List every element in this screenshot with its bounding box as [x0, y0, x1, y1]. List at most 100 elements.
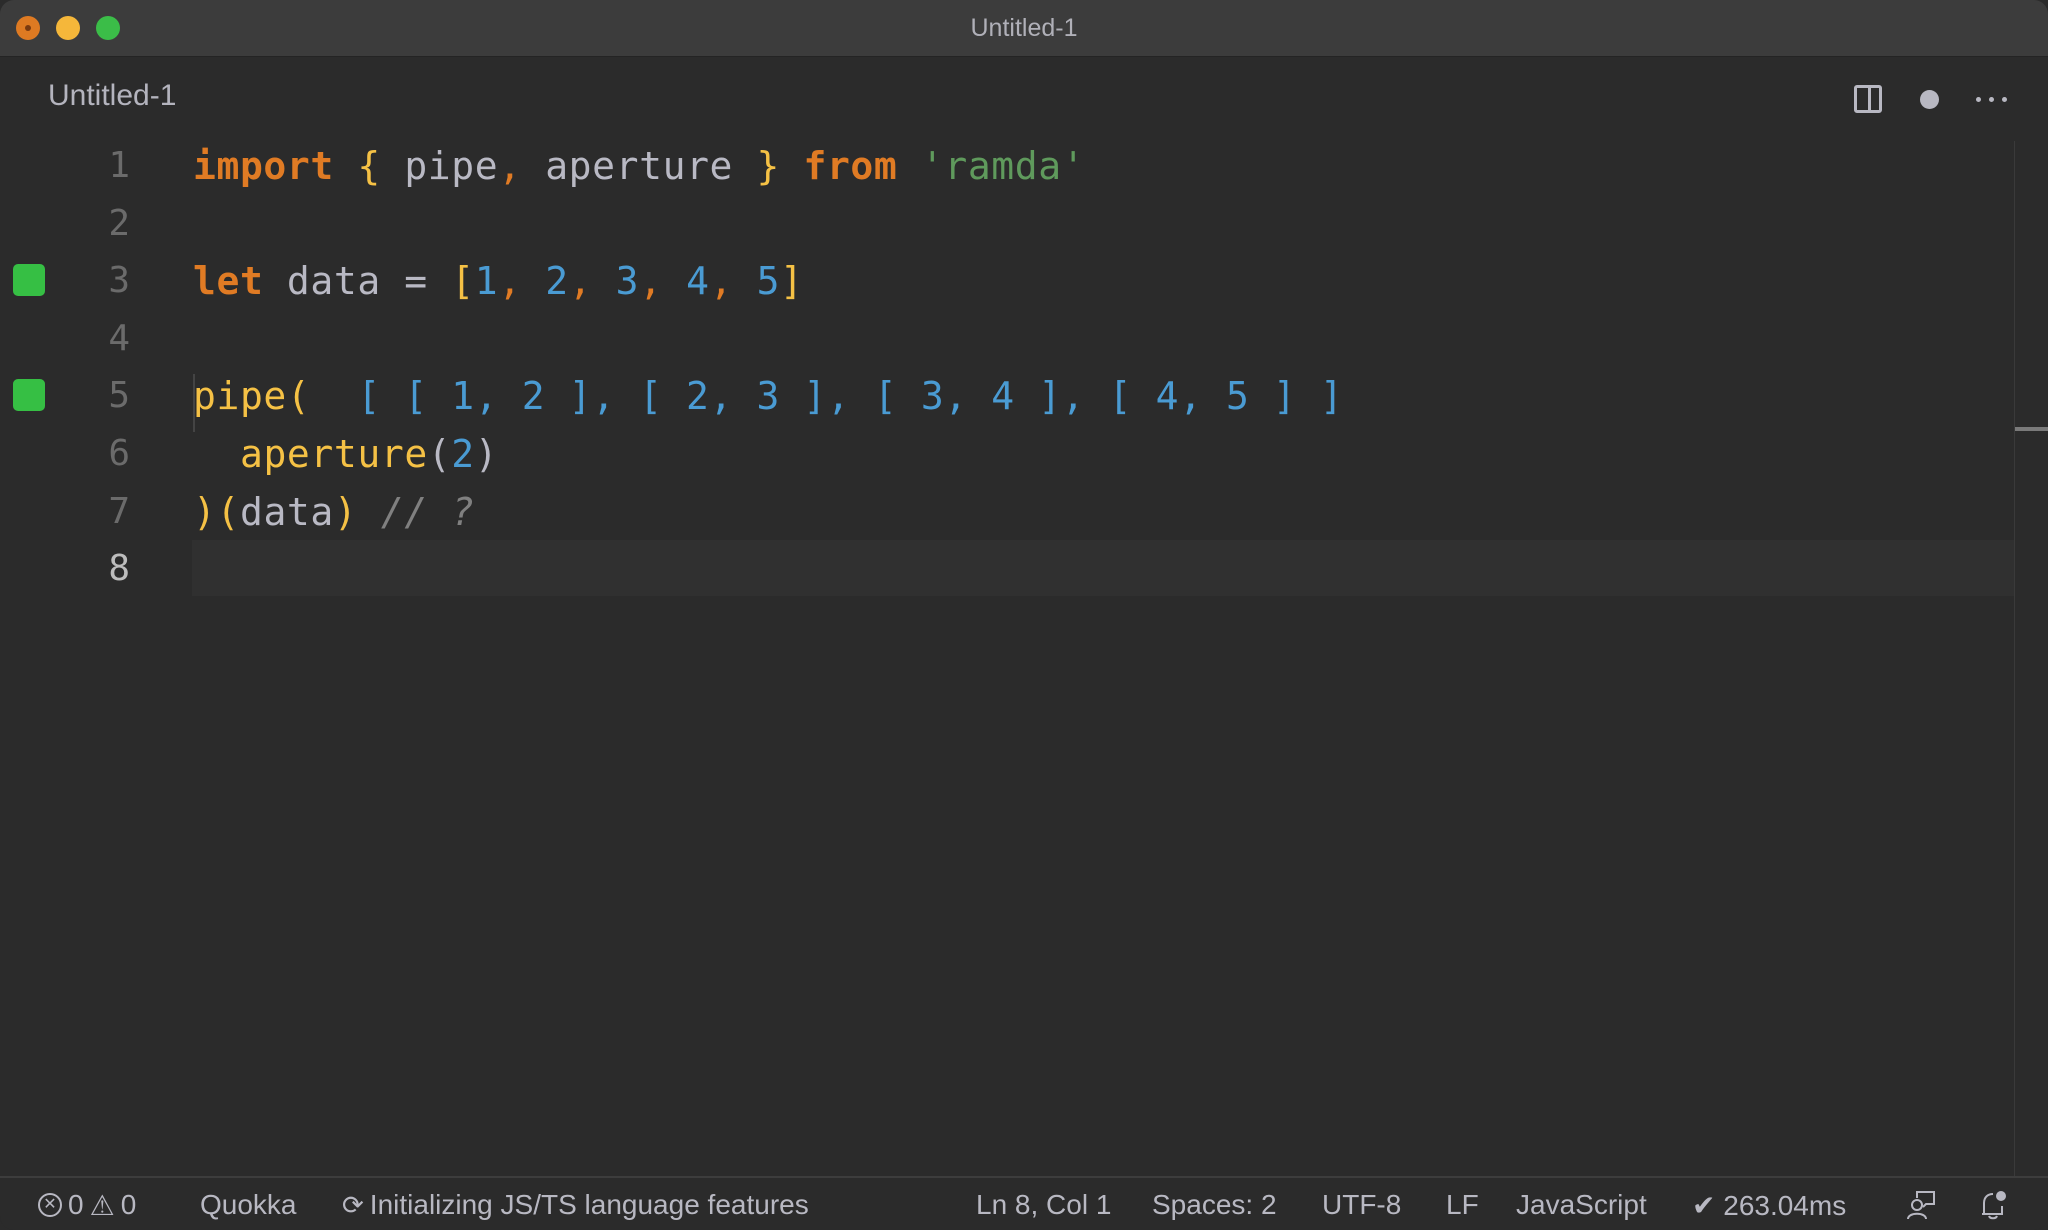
- notifications-button[interactable]: [1976, 1178, 2010, 1230]
- language-features-label: Initializing JS/TS language features: [369, 1189, 809, 1220]
- feedback-button[interactable]: [1904, 1178, 1938, 1230]
- line-number: 5: [108, 375, 130, 417]
- warning-icon: ⚠: [89, 1189, 115, 1221]
- cursor-position-status[interactable]: Ln 8, Col 1: [976, 1178, 1111, 1230]
- code-token: ): [474, 432, 499, 476]
- code-line[interactable]: 7 )(data) // ?: [0, 483, 2014, 541]
- code-token: 3: [615, 259, 640, 304]
- inline-result: [ [ 1, 2 ], [ 2, 3 ], [ 3, 4 ], [ 4, 5 ]…: [310, 374, 1344, 419]
- language-features-status[interactable]: ⟳ Initializing JS/TS language features: [342, 1178, 809, 1230]
- code-line[interactable]: 6 aperture(2): [0, 425, 2014, 483]
- line-code: aperture(2): [193, 425, 498, 483]
- more-actions-button[interactable]: [1969, 77, 2013, 121]
- code-token: 2: [545, 259, 569, 304]
- title-bar: Untitled-1: [0, 0, 2048, 57]
- feedback-person-icon: [1907, 1191, 1935, 1220]
- bell-dot-icon: [1982, 1191, 2006, 1220]
- code-token: ,: [568, 259, 616, 304]
- code-token: {: [357, 144, 381, 188]
- line-code: import { pipe, aperture } from 'ramda': [193, 137, 1085, 195]
- editor-tab-row: Untitled-1: [0, 57, 2048, 141]
- eol-label: LF: [1446, 1189, 1479, 1220]
- ellipsis-icon: [1975, 96, 2007, 102]
- warning-count: 0: [120, 1189, 137, 1220]
- line-number: 1: [108, 145, 130, 186]
- line-number: 6: [108, 433, 130, 474]
- vertical-scrollbar[interactable]: [2014, 141, 2048, 1176]
- status-bar: ✕ 0 ⚠ 0 Quokka ⟳ Initializing JS/TS lang…: [0, 1176, 2048, 1230]
- code-line[interactable]: 5 pipe( [ [ 1, 2 ], [ 2, 3 ], [ 3, 4 ], […: [0, 367, 2014, 425]
- code-token: data =: [263, 259, 452, 304]
- code-token: ,: [709, 259, 757, 304]
- indentation-label: Spaces: 2: [1152, 1189, 1277, 1220]
- code-token: ): [333, 489, 358, 534]
- error-count: 0: [68, 1189, 84, 1220]
- code-line[interactable]: 1 import { pipe, aperture } from 'ramda': [0, 137, 2014, 195]
- code-token: ]: [780, 259, 804, 304]
- cursor-position-label: Ln 8, Col 1: [976, 1189, 1112, 1220]
- code-token: 1: [474, 259, 499, 304]
- code-line[interactable]: 2: [0, 195, 2014, 253]
- code-token: let: [193, 259, 264, 304]
- code-editor[interactable]: 1 import { pipe, aperture } from 'ramda' 2…: [0, 141, 2014, 1176]
- tab-untitled-1[interactable]: Untitled-1: [48, 79, 176, 113]
- line-number: 2: [108, 202, 130, 244]
- code-token: data: [239, 489, 334, 534]
- line-number: 7: [108, 490, 130, 532]
- code-token: (: [427, 432, 452, 476]
- code-line[interactable]: 8: [0, 540, 2014, 598]
- quokka-timing-label: ✔ 263.04ms: [1692, 1189, 1847, 1221]
- encoding-status[interactable]: UTF-8: [1322, 1178, 1401, 1230]
- code-token: ,: [498, 144, 522, 188]
- code-token: 2: [451, 432, 475, 476]
- quokka-timing-status[interactable]: ✔ 263.04ms: [1692, 1178, 1846, 1230]
- line-number: 8: [108, 548, 130, 590]
- code-token: aperture: [521, 144, 757, 188]
- code-token: import: [193, 144, 334, 188]
- code-token: )(: [193, 489, 240, 534]
- indentation-status[interactable]: Spaces: 2: [1152, 1178, 1277, 1230]
- line-code: pipe( [ [ 1, 2 ], [ 2, 3 ], [ 3, 4 ], [ …: [193, 367, 1343, 425]
- encoding-label: UTF-8: [1322, 1189, 1402, 1220]
- language-mode-label: JavaScript: [1516, 1189, 1647, 1220]
- split-editor-icon: [1854, 85, 1882, 113]
- code-token: from: [803, 144, 898, 188]
- window-title: Untitled-1: [970, 14, 1078, 42]
- unsaved-indicator-button[interactable]: [1907, 77, 1951, 121]
- code-token: }: [756, 144, 780, 188]
- quokka-coverage-marker[interactable]: [13, 379, 45, 412]
- code-line[interactable]: 4: [0, 310, 2014, 368]
- line-code: )(data) // ?: [193, 483, 475, 541]
- code-token: 'ramda': [920, 144, 1086, 188]
- code-token: 5: [756, 259, 781, 304]
- line-code: let data = [1, 2, 3, 4, 5]: [193, 252, 804, 310]
- current-line-highlight: [192, 540, 2014, 597]
- quokka-status[interactable]: Quokka: [200, 1178, 297, 1230]
- problems-status[interactable]: ✕ 0 ⚠ 0: [38, 1178, 136, 1230]
- dot-icon: [1919, 89, 1939, 109]
- quokka-coverage-marker[interactable]: [13, 264, 45, 297]
- code-token: 4: [686, 259, 710, 304]
- error-icon: ✕: [38, 1193, 62, 1217]
- eol-status[interactable]: LF: [1446, 1178, 1479, 1230]
- code-token: pipe: [380, 144, 499, 188]
- code-token: // ?: [380, 489, 475, 534]
- language-mode-status[interactable]: JavaScript: [1516, 1178, 1647, 1230]
- scrollbar-cursor-marker: [2015, 427, 2048, 431]
- code-token: [: [451, 259, 475, 304]
- editor-window: Untitled-1 Untitled-1 1 import { pipe, ap…: [0, 0, 2048, 1230]
- code-token: ,: [498, 259, 546, 304]
- sync-icon: ⟳: [342, 1189, 364, 1220]
- quokka-label: Quokka: [200, 1189, 297, 1220]
- code-token: ,: [639, 259, 687, 304]
- code-token: aperture: [239, 432, 428, 476]
- split-editor-button[interactable]: [1846, 77, 1890, 121]
- line-number: 4: [108, 317, 130, 359]
- code-token: pipe(: [193, 374, 311, 419]
- code-line[interactable]: 3 let data = [1, 2, 3, 4, 5]: [0, 252, 2014, 310]
